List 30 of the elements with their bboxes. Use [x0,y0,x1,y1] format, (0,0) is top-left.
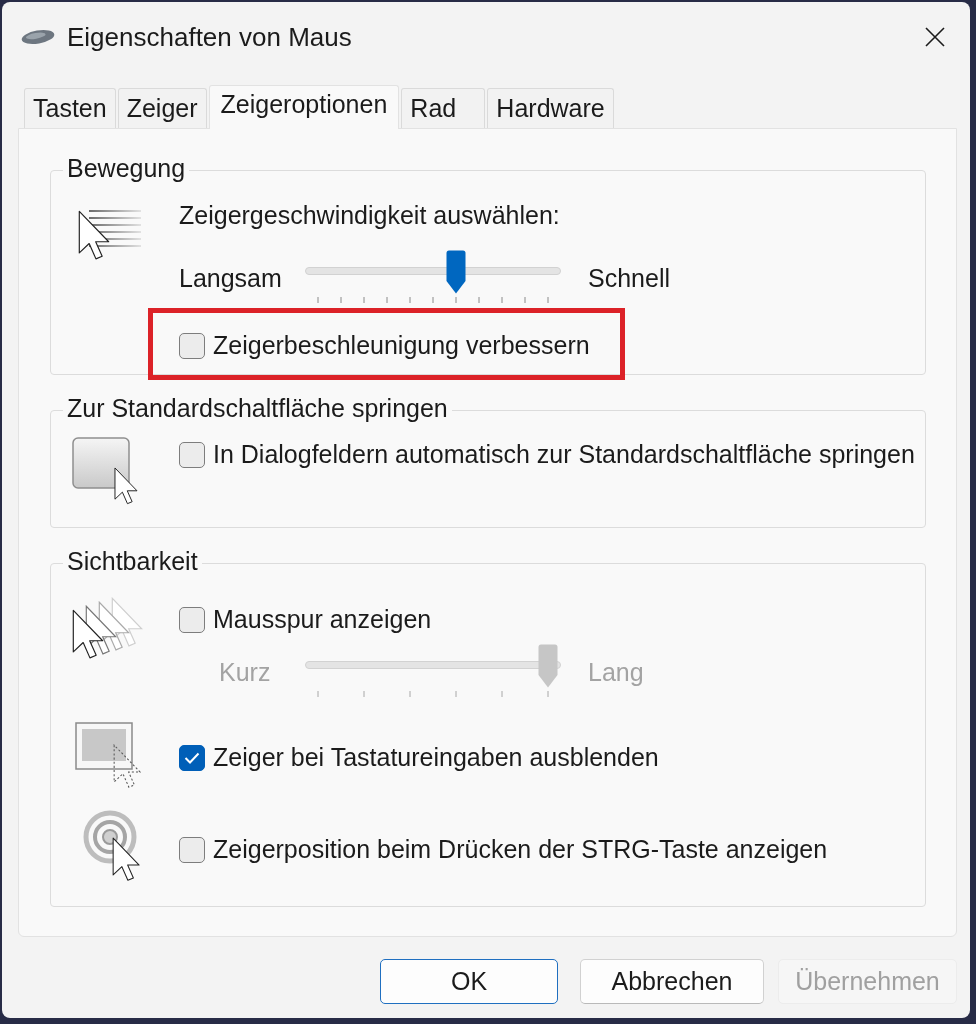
slider-max-label: Schnell [588,264,670,293]
tab[interactable]: Tasten [24,88,116,128]
checkbox[interactable] [179,332,205,359]
checkbox-label: Zeigerbeschleunigung verbessern [213,331,590,360]
slider-thumb[interactable] [446,250,466,294]
tab[interactable]: Zeiger [117,88,207,128]
checkbox-label: In Dialogfeldern automatisch zur Standardschaltfläche springen [213,440,915,469]
mouse-icon [20,28,56,46]
tab[interactable]: Rad [401,88,486,128]
checkbox[interactable] [179,744,205,771]
pointer-trail-icon [72,597,143,659]
dotted-pointer-icon [75,722,141,790]
window-title: Eigenschaften von Maus [67,21,352,53]
check-icon [184,751,200,764]
slider-min-label: Kurz [219,658,271,687]
tab[interactable]: Zeigeroptionen [208,85,400,129]
checkbox-label: Zeiger bei Tastatureingaben ausblenden [213,743,659,772]
tab[interactable]: Hardware [487,88,614,128]
close-icon [925,27,945,47]
slider-max-label: Lang [588,658,644,687]
checkbox-label: Zeigerposition beim Drücken der STRG-Taste anzeigen [213,835,828,864]
checkbox[interactable] [179,606,205,633]
cancel-button[interactable]: Abbrechen [580,959,764,1004]
checkbox-label: Mausspur anzeigen [213,605,432,634]
slider-track[interactable] [305,250,561,294]
checkbox[interactable] [179,836,205,863]
checkbox[interactable] [179,441,205,468]
ok-button[interactable]: OK [380,959,558,1004]
slider-caption: Zeigergeschwindigkeit auswählen: [179,201,560,230]
slider-min-label: Langsam [179,264,282,293]
